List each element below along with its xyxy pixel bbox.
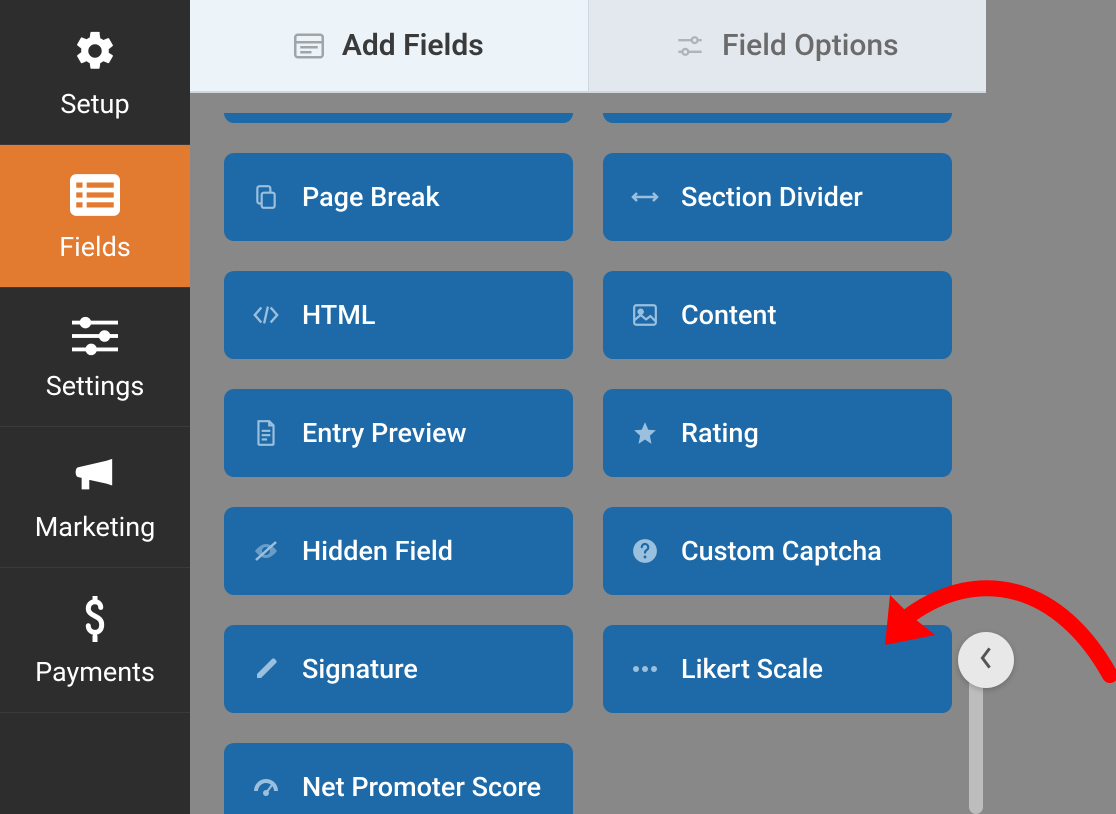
code-icon [252, 304, 280, 326]
field-label: Signature [302, 653, 418, 685]
field-label: Custom Captcha [681, 535, 882, 567]
chevron-left-icon [978, 646, 994, 674]
image-icon [631, 303, 659, 327]
field-label: Likert Scale [681, 653, 823, 685]
sidebar-item-label: Marketing [35, 511, 156, 543]
arrows-horizontal-icon [631, 189, 659, 205]
ellipsis-icon [631, 664, 659, 674]
sidebar-item-label: Setup [60, 88, 129, 120]
sidebar-item-settings[interactable]: Settings [0, 288, 190, 427]
field-button-signature[interactable]: Signature [224, 625, 573, 713]
sidebar-item-marketing[interactable]: Marketing [0, 427, 190, 568]
sliders-icon [72, 316, 118, 356]
collapse-panel-button[interactable] [958, 632, 1014, 688]
field-label: Section Divider [681, 181, 863, 213]
field-label: HTML [302, 299, 375, 331]
field-button-partial[interactable] [603, 113, 952, 123]
tab-add-fields[interactable]: Add Fields [190, 0, 588, 91]
field-label: Content [681, 299, 776, 331]
sidebar-item-payments[interactable]: Payments [0, 568, 190, 713]
field-button-content[interactable]: Content [603, 271, 952, 359]
sidebar-item-label: Payments [35, 656, 155, 688]
sidebar-item-label: Fields [59, 231, 131, 263]
copy-icon [252, 184, 280, 210]
field-button-likert-scale[interactable]: Likert Scale [603, 625, 952, 713]
tab-label: Add Fields [342, 28, 484, 63]
fields-panel: Page Break Section Divider HTML [190, 93, 986, 814]
field-button-custom-captcha[interactable]: Custom Captcha [603, 507, 952, 595]
field-button-page-break[interactable]: Page Break [224, 153, 573, 241]
field-button-partial[interactable] [224, 113, 573, 123]
field-button-rating[interactable]: Rating [603, 389, 952, 477]
gear-icon [72, 28, 118, 74]
sidebar-item-setup[interactable]: Setup [0, 0, 190, 145]
field-label: Page Break [302, 181, 440, 213]
star-icon [631, 420, 659, 446]
field-label: Net Promoter Score [302, 771, 541, 803]
sidebar: Setup Fields Settings Marketing Payments [0, 0, 190, 814]
document-icon [252, 419, 280, 447]
question-circle-icon [631, 538, 659, 564]
bullhorn-icon [72, 455, 118, 497]
field-button-section-divider[interactable]: Section Divider [603, 153, 952, 241]
sidebar-item-fields[interactable]: Fields [0, 145, 190, 288]
pencil-icon [252, 657, 280, 681]
field-label: Rating [681, 417, 759, 449]
eye-slash-icon [252, 540, 280, 562]
tab-field-options[interactable]: Field Options [588, 0, 987, 91]
list-icon [70, 173, 120, 217]
field-button-html[interactable]: HTML [224, 271, 573, 359]
preview-strip [986, 0, 1116, 814]
field-button-net-promoter-score[interactable]: Net Promoter Score [224, 743, 573, 814]
tabs: Add Fields Field Options [190, 0, 986, 93]
field-button-entry-preview[interactable]: Entry Preview [224, 389, 573, 477]
sliders-icon [676, 34, 704, 58]
field-button-hidden-field[interactable]: Hidden Field [224, 507, 573, 595]
tab-label: Field Options [722, 28, 899, 63]
gauge-icon [252, 775, 280, 799]
field-label: Hidden Field [302, 535, 453, 567]
form-icon [294, 33, 324, 59]
dollar-icon [81, 596, 109, 642]
field-label: Entry Preview [302, 417, 467, 449]
scrollbar[interactable] [966, 0, 986, 814]
sidebar-item-label: Settings [46, 370, 145, 402]
